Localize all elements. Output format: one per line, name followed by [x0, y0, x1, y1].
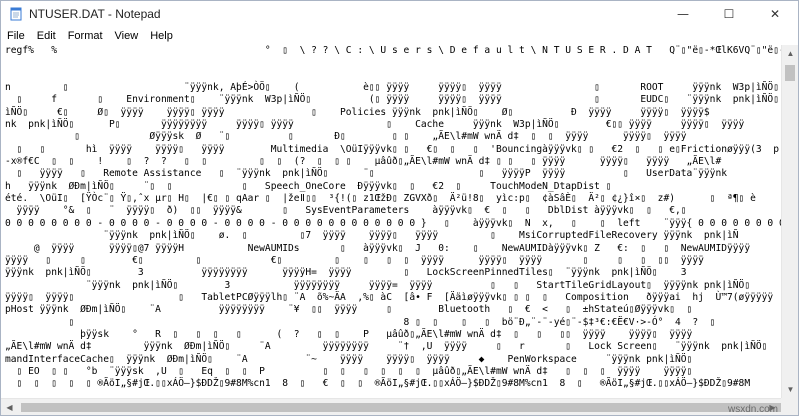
vertical-scroll-thumb[interactable] [785, 65, 795, 81]
window-controls: — ☐ ✕ [660, 1, 798, 27]
notepad-icon [10, 7, 22, 21]
menu-edit[interactable]: Edit [31, 27, 62, 45]
window-title: NTUSER.DAT - Notepad [29, 7, 161, 21]
menu-help[interactable]: Help [144, 27, 179, 45]
menu-file[interactable]: File [1, 27, 31, 45]
text-editor-area[interactable]: regf% % ° ▯ \ ? ? \ C : \ U s e r s \ D … [1, 45, 781, 398]
maximize-icon: ☐ [723, 7, 735, 21]
menu-view[interactable]: View [109, 27, 145, 45]
close-icon: ✕ [769, 7, 781, 21]
file-content[interactable]: regf% % ° ▯ \ ? ? \ C : \ U s e r s \ D … [1, 45, 781, 391]
menu-format[interactable]: Format [62, 27, 109, 45]
minimize-icon: — [677, 7, 689, 21]
scrollbar-corner [781, 398, 798, 415]
minimize-button[interactable]: — [660, 1, 706, 27]
title-bar[interactable]: NTUSER.DAT - Notepad — ☐ ✕ [1, 1, 798, 27]
horizontal-scroll-thumb[interactable] [21, 403, 781, 412]
close-button[interactable]: ✕ [752, 1, 798, 27]
vertical-scrollbar[interactable]: ▲ ▼ [781, 45, 798, 398]
horizontal-scrollbar[interactable]: ◀ ▶ [1, 398, 781, 415]
maximize-button[interactable]: ☐ [706, 1, 752, 27]
notepad-window: NTUSER.DAT - Notepad — ☐ ✕ File Edit For… [0, 0, 799, 416]
watermark-text: wsxdn.com [727, 404, 778, 415]
scroll-up-arrow-icon[interactable]: ▲ [782, 45, 799, 62]
menu-bar: File Edit Format View Help [1, 27, 798, 45]
scroll-down-arrow-icon[interactable]: ▼ [782, 381, 799, 398]
scroll-left-arrow-icon[interactable]: ◀ [1, 399, 18, 416]
